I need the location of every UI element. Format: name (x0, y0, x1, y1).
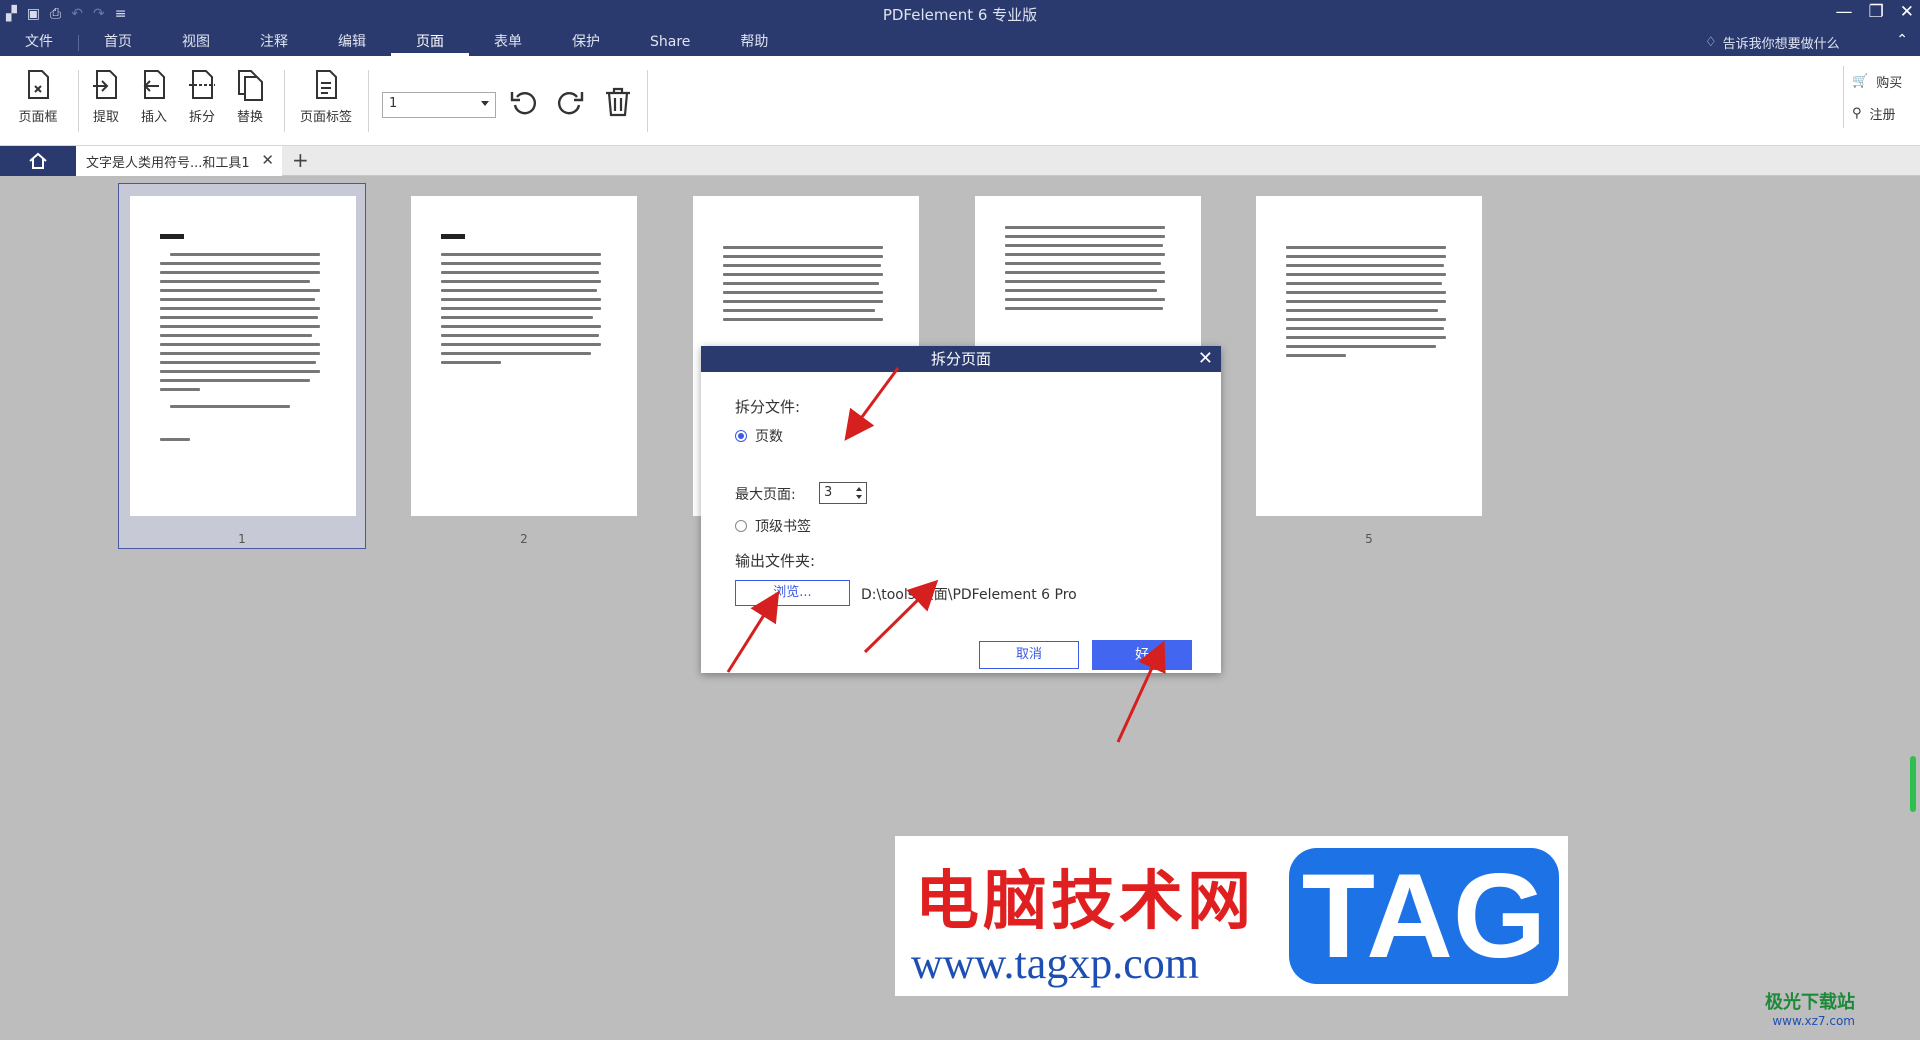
ok-button[interactable]: 好 (1092, 640, 1192, 670)
page-label-icon (316, 70, 337, 99)
close-tab-icon[interactable]: ✕ (261, 151, 274, 169)
stepper-up-icon[interactable] (856, 487, 862, 491)
radio-selected-icon (735, 430, 747, 442)
option-pages-label: 页数 (755, 429, 783, 445)
watermark-brand-url: www.tagxp.com (911, 939, 1199, 988)
page-label-label: 页面标签 (299, 110, 352, 125)
home-tab[interactable] (0, 146, 76, 176)
page-thumbnail-1[interactable] (130, 196, 356, 516)
ribbon-separator (1843, 66, 1844, 128)
dialog-close-icon[interactable]: ✕ (1198, 346, 1213, 372)
watermark-brand-cn: 电脑技术网 (915, 864, 1255, 939)
menu-file[interactable]: 文件 (0, 30, 78, 56)
buy-label: 购买 (1876, 76, 1903, 91)
replace-icon (238, 70, 263, 101)
ribbon: 页面框 提取 插入 拆分 替换 页面标签 🛒 购买 ⚲ 注册 (0, 56, 1920, 146)
stepper-down-icon[interactable] (856, 495, 862, 499)
menu-protect[interactable]: 保护 (547, 30, 625, 56)
app-title: PDFelement 6 专业版 (882, 6, 1038, 24)
register-label: 注册 (1869, 108, 1896, 123)
insert-icon (143, 70, 165, 99)
key-icon: ⚲ (1852, 106, 1862, 121)
menu-comment[interactable]: 注释 (235, 30, 313, 56)
corner-watermark-url: www.xz7.com (1772, 1014, 1855, 1028)
scroll-indicator[interactable] (1910, 756, 1916, 812)
document-tab-label: 文字是人类用符号...和工具1 (86, 156, 250, 171)
menu-edit[interactable]: 编辑 (313, 30, 391, 56)
ribbon-separator (647, 70, 648, 132)
page-thumbnail-2[interactable] (411, 196, 637, 516)
option-bookmarks-radio[interactable]: 顶级书签 (735, 516, 811, 536)
lightbulb-icon: ♢ (1705, 35, 1717, 50)
buy-link[interactable]: 🛒 购买 (1852, 72, 1902, 91)
add-tab-icon[interactable]: + (292, 148, 309, 172)
corner-watermark: 极光下载站 www.xz7.com (1765, 988, 1855, 1028)
cart-icon: 🛒 (1852, 74, 1869, 89)
document-tab-bar: 文字是人类用符号...和工具1 ✕ + (0, 146, 1920, 176)
split-icon (189, 70, 215, 99)
ribbon-separator (368, 70, 369, 132)
radio-unselected-icon (735, 520, 747, 532)
menu-share[interactable]: Share (625, 30, 715, 56)
menu-help[interactable]: 帮助 (715, 30, 793, 56)
page-box-label: 页面框 (18, 110, 58, 125)
delete-page-button[interactable] (603, 86, 633, 122)
rotate-left-icon (510, 92, 536, 115)
watermark-tag-logo: TAG (1289, 848, 1559, 984)
page-number-5: 5 (1365, 532, 1373, 546)
minimize-icon[interactable]: — (1836, 2, 1853, 22)
replace-label: 替换 (236, 110, 263, 125)
rotate-left-button[interactable] (508, 86, 540, 122)
tell-me-search[interactable]: ♢ 告诉我你想要做什么 (1705, 33, 1840, 52)
home-icon (29, 152, 47, 169)
page-number-2: 2 (520, 532, 528, 546)
cancel-button[interactable]: 取消 (979, 641, 1079, 669)
max-pages-stepper[interactable]: 3 (819, 482, 867, 504)
replace-button[interactable]: 替换 (220, 68, 280, 125)
ribbon-separator (284, 70, 285, 132)
page-number-1: 1 (238, 532, 246, 546)
dialog-title-bar: 拆分页面 ✕ (701, 346, 1221, 372)
option-bookmarks-label: 顶级书签 (755, 519, 811, 535)
option-pages-radio[interactable]: 页数 (735, 426, 783, 446)
menu-page[interactable]: 页面 (391, 30, 469, 56)
menu-view[interactable]: 视图 (157, 30, 235, 56)
page-select[interactable]: 1 (382, 92, 496, 118)
browse-button[interactable]: 浏览... (735, 580, 850, 606)
watermark-banner: 电脑技术网 www.tagxp.com TAG (895, 836, 1568, 996)
split-file-label: 拆分文件: (735, 398, 801, 416)
tell-me-label: 告诉我你想要做什么 (1722, 37, 1840, 52)
title-bar: ▞ ▣ ⎙ ↶ ↷ ≡ PDFelement 6 专业版 — ❐ ✕ 文件 首页… (0, 0, 1920, 56)
split-page-dialog: 拆分页面 ✕ 拆分文件: 页数 最大页面: 3 顶级书签 输出文件夹: 浏览..… (701, 346, 1221, 673)
output-path: D:\tools\桌面\PDFelement 6 Pro (861, 587, 1077, 603)
rotate-right-icon (558, 92, 584, 115)
menu-home[interactable]: 首页 (79, 30, 157, 56)
document-tab[interactable]: 文字是人类用符号...和工具1 ✕ (76, 146, 282, 176)
close-icon[interactable]: ✕ (1900, 2, 1914, 22)
page-select-value: 1 (389, 96, 398, 111)
output-folder-label: 输出文件夹: (735, 552, 816, 570)
page-label-button[interactable]: 页面标签 (296, 68, 356, 125)
chevron-down-icon (481, 101, 489, 106)
window-controls: — ❐ ✕ (1836, 2, 1915, 22)
max-pages-value: 3 (824, 485, 833, 500)
collapse-ribbon-icon[interactable]: ⌃ (1896, 32, 1908, 48)
extract-icon (93, 70, 117, 99)
page-box-button[interactable]: 页面框 (8, 68, 68, 125)
dialog-title: 拆分页面 (930, 350, 991, 368)
menu-bar: 文件 首页 视图 注释 编辑 页面 表单 保护 Share 帮助 (0, 30, 793, 56)
page-thumbnail-5[interactable] (1256, 196, 1482, 516)
max-pages-label: 最大页面: (735, 487, 796, 503)
maximize-icon[interactable]: ❐ (1869, 2, 1884, 22)
rotate-right-button[interactable] (554, 86, 586, 122)
page-box-icon (28, 70, 49, 99)
corner-watermark-cn: 极光下载站 (1765, 992, 1855, 1013)
register-link[interactable]: ⚲ 注册 (1852, 104, 1896, 123)
trash-icon (606, 87, 630, 117)
menu-form[interactable]: 表单 (469, 30, 547, 56)
